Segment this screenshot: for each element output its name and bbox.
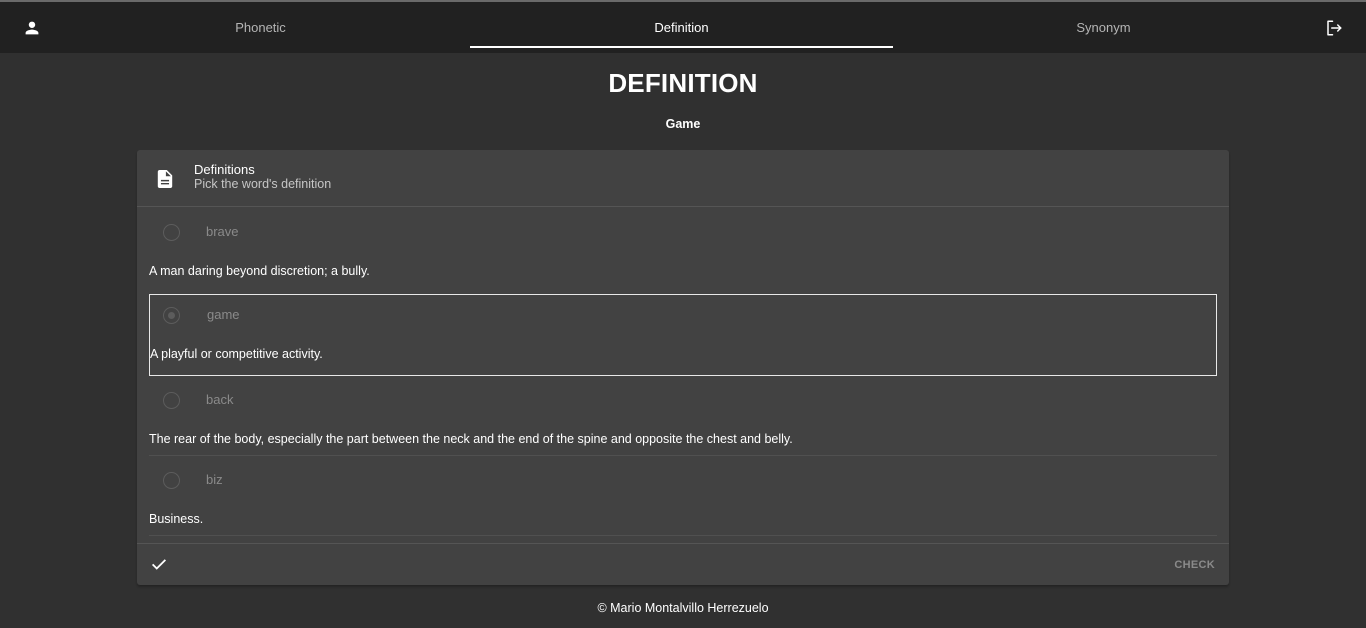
tab-phonetic-label: Phonetic [235,20,286,35]
account-icon [25,21,39,34]
radio-button[interactable] [163,472,180,489]
option-definition: A man daring beyond discretion; a bully. [149,264,370,278]
top-navigation-bar: Phonetic Definition Synonym [0,0,1366,53]
option-biz[interactable]: biz Business. [149,455,1217,536]
tab-definition-label: Definition [654,20,709,35]
logout-icon [1327,20,1342,35]
page-title: DEFINITION [608,68,758,98]
check-icon[interactable] [150,555,168,573]
card-header: Definitions Pick the word's definition [137,150,1229,207]
option-brave[interactable]: brave A man daring beyond discretion; a … [149,207,1217,288]
tab-definition[interactable]: Definition [470,2,893,53]
card-subtitle: Pick the word's definition [194,177,332,191]
option-word: game [207,307,240,322]
check-button[interactable]: CHECK [1174,559,1215,571]
option-definition: Business. [149,512,204,526]
tab-synonym-label: Synonym [1076,20,1131,35]
logout-button[interactable] [1306,2,1362,53]
option-definition: A playful or competitive activity. [150,347,323,361]
card-actions: CHECK [137,543,1229,585]
active-tab-indicator [470,46,893,48]
option-definition: The rear of the body, especially the par… [149,432,793,446]
tab-synonym[interactable]: Synonym [892,2,1315,53]
option-word: back [206,392,234,407]
card-title: Definitions [194,162,255,177]
radio-button[interactable] [163,392,180,409]
document-icon [157,170,173,188]
option-back[interactable]: back The rear of the body, especially th… [149,375,1217,456]
tab-phonetic[interactable]: Phonetic [49,2,472,53]
option-game[interactable]: game A playful or competitive activity. [149,294,1217,376]
radio-button-selected[interactable] [163,307,180,324]
option-word: biz [206,472,223,487]
footer-copyright: © Mario Montalvillo Herrezuelo [597,601,769,615]
radio-button[interactable] [163,224,180,241]
option-word: brave [206,224,239,239]
target-word: Game [665,117,701,131]
definitions-card: Definitions Pick the word's definition b… [137,150,1229,585]
